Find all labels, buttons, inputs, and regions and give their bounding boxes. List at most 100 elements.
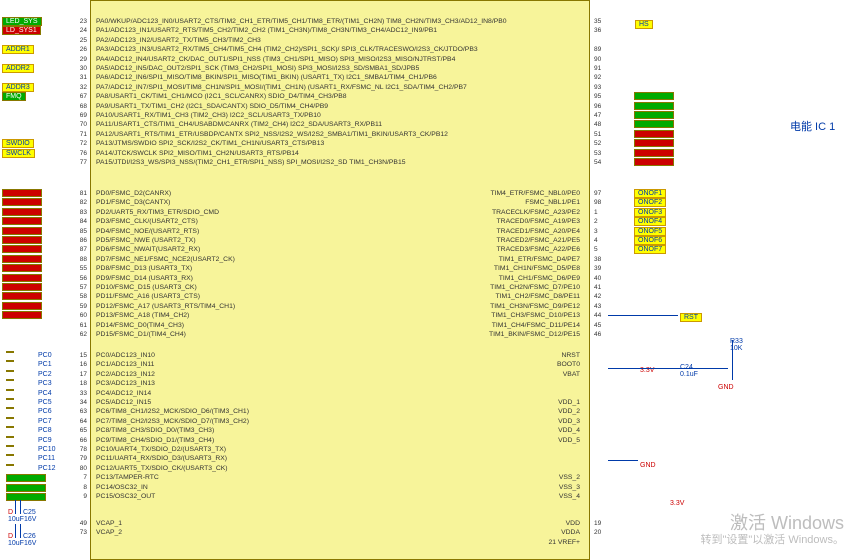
pin-no: 64 xyxy=(75,418,87,425)
pin-no: 87 xyxy=(75,246,87,253)
net-pd1 xyxy=(2,198,42,206)
net-onof-ext1 xyxy=(6,484,46,492)
net-pc9 xyxy=(6,436,14,438)
pin-no: 16 xyxy=(75,361,87,368)
net-pc3 xyxy=(6,379,14,381)
pin-no: 67 xyxy=(75,93,87,100)
pin-label-r: TRACED3/FSMC_A22/PE6 xyxy=(380,246,580,253)
pin-no-r: 41 xyxy=(594,284,606,291)
pin-no-r: 52 xyxy=(594,140,606,147)
net-pb15 xyxy=(634,158,674,166)
pin-label: PA2/ADC123_IN2/USART2_TX/TIM5_CH3/TIM2_C… xyxy=(96,37,261,44)
pin-label-r: NRST xyxy=(380,352,580,359)
cap-c24: C24 0.1uF xyxy=(680,364,698,378)
pin-label-r: TIM1_CH3/FSMC_D10/PE13 xyxy=(380,312,580,319)
net-label: PC1 xyxy=(38,361,52,368)
net-onof3: ONOF3 xyxy=(634,208,666,217)
pin-no: 31 xyxy=(75,74,87,81)
pin-label-r: VSS_2 xyxy=(380,474,580,481)
net-pb9 xyxy=(634,102,674,110)
pin-label: PD0/FSMC_D2(CANRX) xyxy=(96,190,171,197)
gnd-2: GND xyxy=(640,462,656,469)
net-swdio: SWDIO xyxy=(2,139,34,148)
net-label: PC12 xyxy=(38,465,56,472)
net-pd11 xyxy=(2,292,42,300)
pin-no: 62 xyxy=(75,331,87,338)
pin-no-r: 43 xyxy=(594,303,606,310)
pin-no: 78 xyxy=(75,446,87,453)
net-addr1: ADDR1 xyxy=(2,45,34,54)
net-pd7 xyxy=(2,255,42,263)
pin-label: PA0/WKUP/ADC123_IN0/USART2_CTS/TIM2_CH1_… xyxy=(96,18,507,25)
link-ic[interactable]: 电能 IC 1 xyxy=(790,118,835,134)
net-label: PC7 xyxy=(38,418,52,425)
pin-no: 69 xyxy=(75,112,87,119)
pin-no: 86 xyxy=(75,237,87,244)
pin-label: PC5/ADC12_IN15 xyxy=(96,399,151,406)
net-onof4: ONOF4 xyxy=(634,217,666,226)
pin-no-r: 19 xyxy=(594,520,606,527)
pin-label-r: VDD xyxy=(380,520,580,527)
pin-label: PA14/JTCK/SWCLK SPI2_MISO/TIM1_CH2N/USAR… xyxy=(96,150,299,157)
pin-label: PA7/ADC12_IN7/SPI1_MOSI/TIM8_CH1N/SPI1_M… xyxy=(96,84,467,91)
pin-label-r: TIM4_ETR/FSMC_NBL0/PE0 xyxy=(380,190,580,197)
pin-no-r: 53 xyxy=(594,150,606,157)
net-addr2: ADDR2 xyxy=(2,64,34,73)
pin-label: PC6/TIM8_CH1/I2S2_MCK/SDIO_D6/(TIM3_CH1) xyxy=(96,408,249,415)
pin-no-r: 48 xyxy=(594,121,606,128)
pin-no-r: 97 xyxy=(594,190,606,197)
pin-no: 24 xyxy=(75,27,87,34)
pin-label-r: TRACED0/FSMC_A19/PE3 xyxy=(380,218,580,225)
pin-label: VCAP_2 xyxy=(96,529,122,536)
net-label: PC3 xyxy=(38,380,52,387)
pin-no: 66 xyxy=(75,437,87,444)
pin-label: PD5/FSMC_NWE (USART2_TX) xyxy=(96,237,196,244)
pin-no: 79 xyxy=(75,455,87,462)
pin-label: PA6/ADC12_IN6/SPI1_MISO/TIM8_BKIN/SPI1_M… xyxy=(96,74,437,81)
pin-no: 88 xyxy=(75,256,87,263)
pin-no-r: 40 xyxy=(594,275,606,282)
pin-label: PC8/TIM8_CH3/SDIO_D0/(TIM3_CH3) xyxy=(96,427,214,434)
net-pc8 xyxy=(6,426,14,428)
pin-no: 84 xyxy=(75,218,87,225)
net-pc7 xyxy=(6,417,14,419)
cap-c25: D C25 10uF16V xyxy=(8,500,36,523)
pin-label: PC15/OSC32_OUT xyxy=(96,493,155,500)
pin-label: PC7/TIM8_CH2/I2S3_MCK/SDIO_D7/(TIM3_CH2) xyxy=(96,418,249,425)
pin-no-r: 98 xyxy=(594,199,606,206)
pin-no: 73 xyxy=(75,529,87,536)
pin-label: PD8/FSMC_D13 (USART3_TX) xyxy=(96,265,192,272)
net-pb13 xyxy=(634,139,674,147)
net-label: PC6 xyxy=(38,408,52,415)
pin-label: PC12/UART5_TX/SDIO_CK/(USART3_CK) xyxy=(96,465,228,472)
pwr-3v3-b: 3.3V xyxy=(670,500,684,507)
pin-no-r: 91 xyxy=(594,65,606,72)
pin-label-r: VDD_5 xyxy=(380,437,580,444)
pin-label: PA12/USART1_RTS/TIM1_ETR/USBDP/CANTX SPI… xyxy=(96,131,448,138)
pin-no-r: 89 xyxy=(594,46,606,53)
pin-no: 59 xyxy=(75,303,87,310)
pin-label-r: VDDA xyxy=(380,529,580,536)
net-pd3 xyxy=(2,217,42,225)
pin-label-r: TRACECLK/FSMC_A23/PE2 xyxy=(380,209,580,216)
pin-no: 23 xyxy=(75,18,87,25)
pin-no: 83 xyxy=(75,209,87,216)
pin-no: 26 xyxy=(75,46,87,53)
net-label: PC10 xyxy=(38,446,56,453)
pin-label-r: TIM1_ETR/FSMC_D4/PE7 xyxy=(380,256,580,263)
pin-label: PA9/USART1_TX/TIM1_CH2 (I2C1_SDA/CANTX) … xyxy=(96,103,328,110)
wire xyxy=(608,368,728,369)
net-ld_sys1: LD_SYS1 xyxy=(2,26,41,35)
gnd-sym: GND xyxy=(718,384,734,391)
pin-no: 29 xyxy=(75,56,87,63)
pin-no: 49 xyxy=(75,520,87,527)
pin-label: PC1/ADC123_IN11 xyxy=(96,361,154,368)
pin-label-r: BOOT0 xyxy=(380,361,580,368)
pin-no: 82 xyxy=(75,199,87,206)
pin-no-r: 51 xyxy=(594,131,606,138)
net-label: PC5 xyxy=(38,399,52,406)
pin-no-r: 93 xyxy=(594,84,606,91)
pin-no-r: 46 xyxy=(594,331,606,338)
net-pc1 xyxy=(6,360,14,362)
pin-no: 34 xyxy=(75,399,87,406)
